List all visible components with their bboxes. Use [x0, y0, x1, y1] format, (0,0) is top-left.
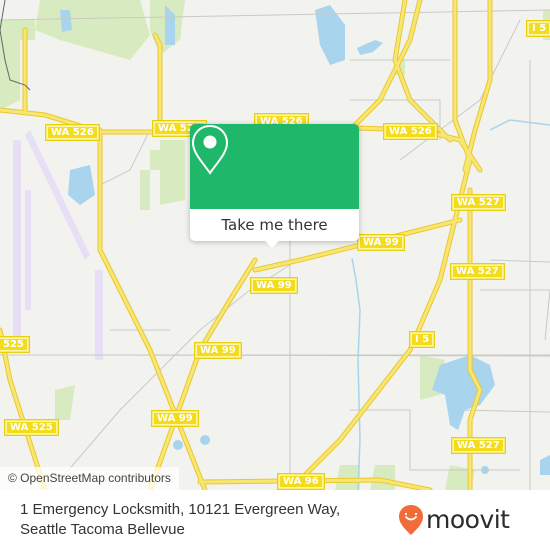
moovit-smile-pin-icon — [399, 505, 423, 535]
take-me-there-button[interactable]: Take me there — [190, 209, 359, 241]
moovit-logo[interactable]: moovit — [398, 504, 510, 536]
road-shield-i5-mid: I 5 — [408, 331, 436, 348]
footer-bar: 1 Emergency Locksmith, 10121 Evergreen W… — [0, 490, 550, 550]
map-attribution[interactable]: © OpenStreetMap contributors — [0, 467, 179, 490]
road-shield-wa96: WA 96 — [277, 473, 325, 490]
road-shield-wa527-south: WA 527 — [451, 437, 506, 454]
road-shield-wa99-south: WA 99 — [151, 410, 199, 427]
address-line-2: Seattle Tacoma Bellevue — [20, 521, 185, 538]
moovit-wordmark: moovit — [426, 505, 510, 534]
road-shield-wa525-edge: 525 — [0, 336, 30, 353]
destination-popup[interactable]: Take me there — [190, 124, 359, 248]
address: 1 Emergency Locksmith, 10121 Evergreen W… — [20, 500, 340, 540]
address-line-1: 1 Emergency Locksmith, 10121 Evergreen W… — [20, 501, 341, 518]
road-shield-wa99-center: WA 99 — [250, 277, 298, 294]
creek — [489, 119, 550, 131]
road-shield-wa526-west: WA 526 — [45, 124, 100, 141]
airport-runways — [13, 130, 103, 360]
popup-header[interactable] — [190, 124, 359, 209]
road-shield-wa99-popup: WA 99 — [357, 234, 405, 251]
popup-pointer — [264, 240, 280, 248]
map-view[interactable]: WA 526 WA 526 WA 526 WA 526 I 5 WA 527 W… — [0, 0, 550, 490]
river — [351, 257, 361, 490]
road-shield-i5-north: I 5 — [525, 20, 550, 37]
road-shield-wa99-west: WA 99 — [194, 342, 242, 359]
road-shield-wa525-south: WA 525 — [4, 419, 59, 436]
highways-outline — [0, 0, 493, 490]
map-pin-icon — [191, 124, 229, 175]
road-shield-wa526-east: WA 526 — [383, 123, 438, 140]
road-shield-wa527-north: WA 527 — [451, 194, 506, 211]
road-shield-wa527-mid: WA 527 — [450, 263, 505, 280]
highways — [0, 0, 492, 490]
